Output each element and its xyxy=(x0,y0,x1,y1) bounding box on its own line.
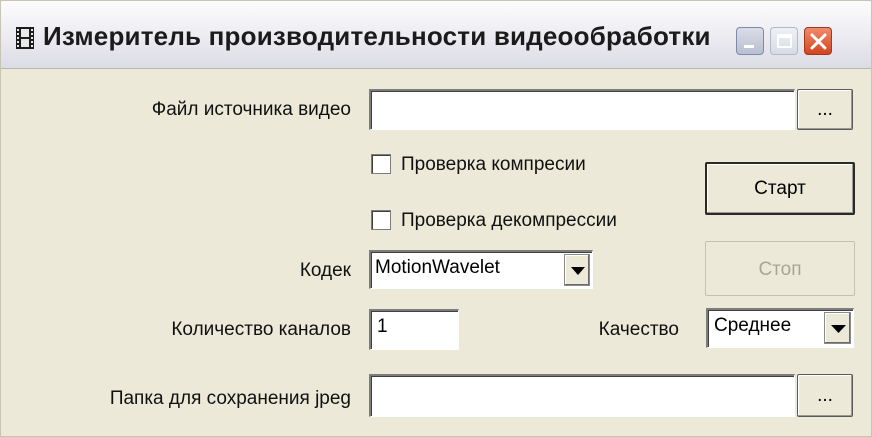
title-bar[interactable]: Измеритель производительности видеообраб… xyxy=(1,1,871,69)
jpeg-folder-input[interactable] xyxy=(369,374,795,417)
decompression-checkbox[interactable] xyxy=(371,210,391,230)
compression-checkbox[interactable] xyxy=(371,154,391,174)
benchmark-window: Измеритель производительности видеообраб… xyxy=(0,0,872,437)
quality-label: Качество xyxy=(598,319,679,340)
channels-input[interactable]: 1 xyxy=(369,309,459,350)
quality-selected-value: Среднее xyxy=(714,315,792,336)
stop-button[interactable]: Стоп xyxy=(705,241,855,296)
channels-label: Количество каналов xyxy=(171,319,351,340)
codec-dropdown-button[interactable] xyxy=(564,254,590,286)
codec-label: Кодек xyxy=(299,260,351,281)
source-file-label: Файл источника видео xyxy=(151,99,351,120)
close-button[interactable] xyxy=(804,27,832,55)
film-strip-icon xyxy=(16,27,34,49)
chevron-down-icon xyxy=(831,325,846,333)
start-button[interactable]: Старт xyxy=(705,162,855,215)
minimize-icon xyxy=(744,45,754,48)
maximize-icon xyxy=(777,34,792,48)
quality-dropdown-button[interactable] xyxy=(824,312,851,344)
decompression-checkbox-label[interactable]: Проверка декомпрессии xyxy=(401,210,617,232)
jpeg-folder-browse-button[interactable]: ... xyxy=(797,374,853,417)
minimize-button[interactable] xyxy=(736,27,764,55)
compression-checkbox-label[interactable]: Проверка компресии xyxy=(401,154,586,176)
close-icon xyxy=(810,33,827,50)
jpeg-folder-label: Папка для сохранения jpeg xyxy=(109,388,351,409)
source-file-browse-button[interactable]: ... xyxy=(797,89,853,130)
codec-selected-value: MotionWavelet xyxy=(375,257,500,278)
maximize-button[interactable] xyxy=(770,27,798,55)
window-title: Измеритель производительности видеообраб… xyxy=(43,21,711,51)
chevron-down-icon xyxy=(571,267,585,275)
codec-select[interactable]: MotionWavelet xyxy=(369,250,593,289)
source-file-input[interactable] xyxy=(369,89,795,130)
